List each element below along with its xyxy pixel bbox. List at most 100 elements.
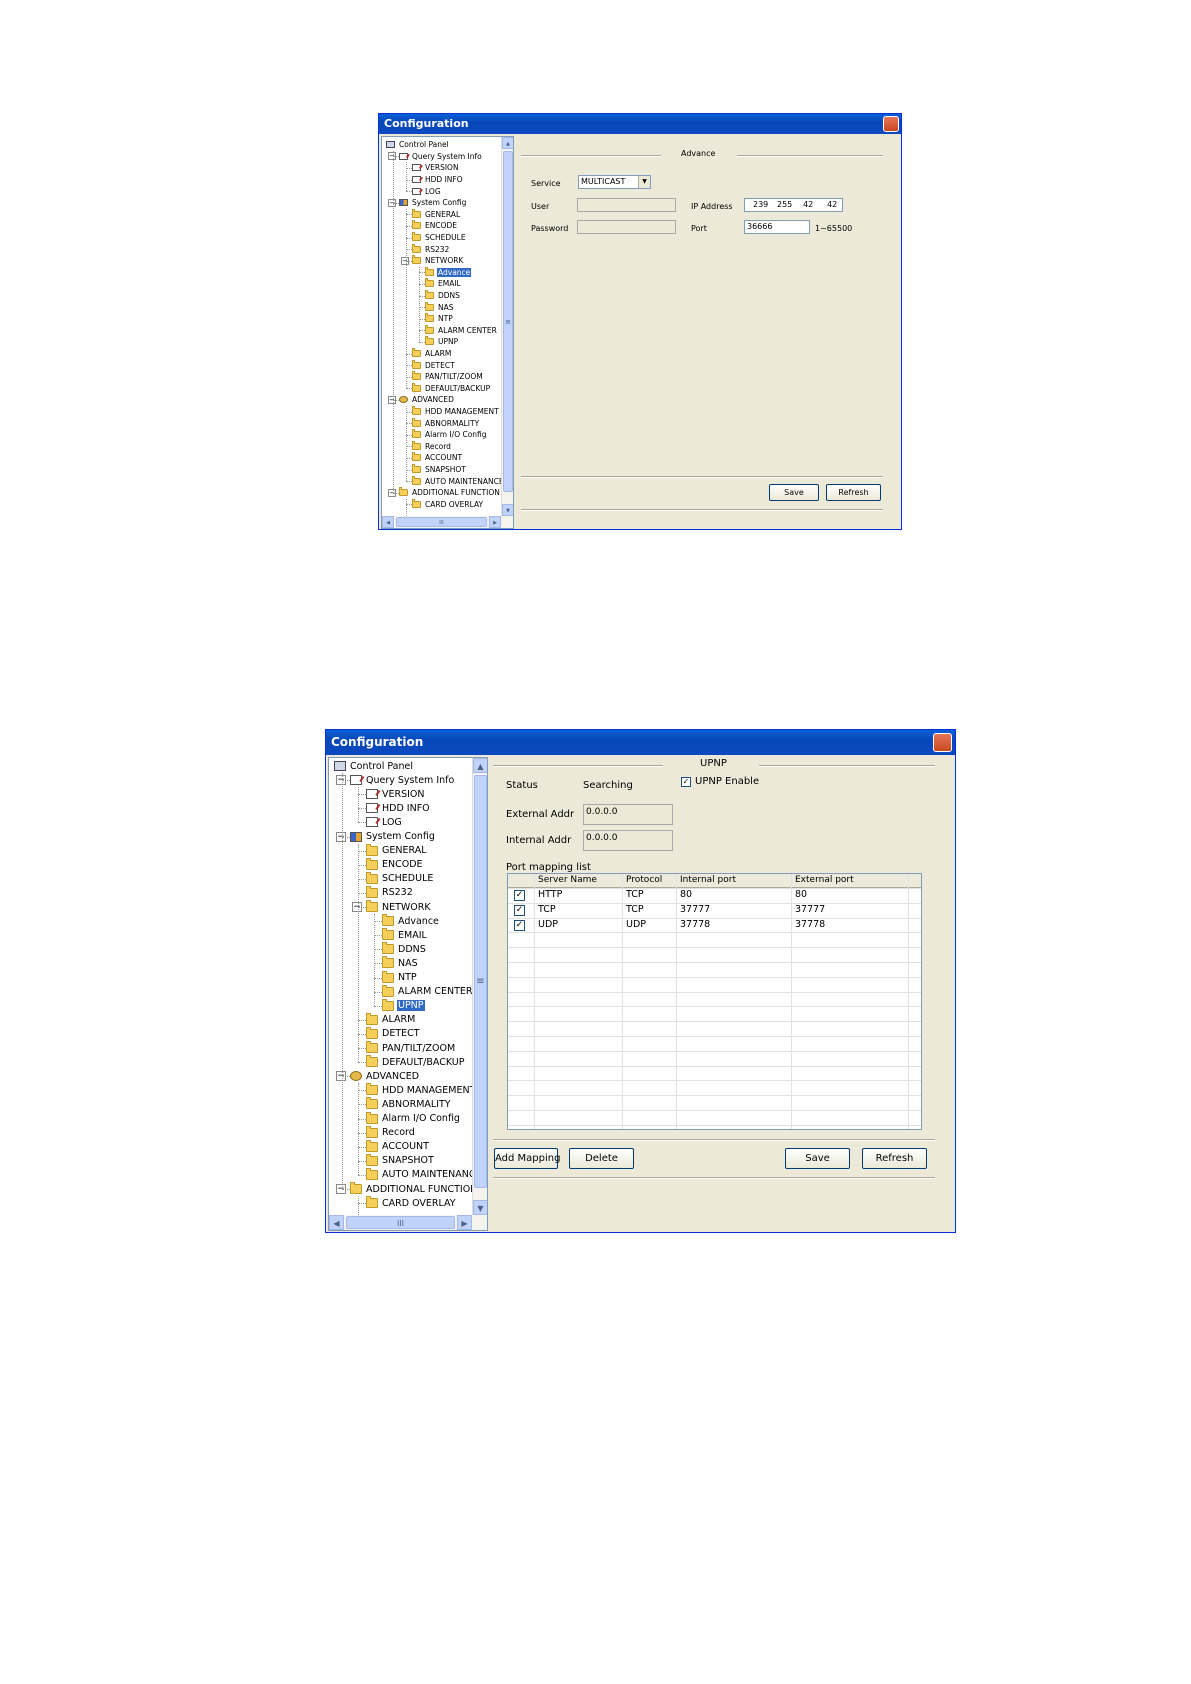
scroll-left-icon[interactable]: ◀ bbox=[382, 516, 394, 528]
external-addr-field[interactable]: 0.0.0.0 bbox=[583, 804, 673, 825]
tree-item-auto-maintenance[interactable]: AUTO MAINTENANCE bbox=[366, 1167, 483, 1182]
column-header[interactable]: Protocol bbox=[626, 875, 662, 885]
ip-octet-2[interactable]: 255 bbox=[777, 200, 792, 209]
scroll-up-icon[interactable]: ▲ bbox=[473, 758, 487, 773]
tree-item-network[interactable]: NETWORK bbox=[366, 900, 432, 914]
tree-item-additional-function[interactable]: ADDITIONAL FUNCTION bbox=[350, 1182, 478, 1196]
tree-item-advanced[interactable]: ADVANCED bbox=[350, 1069, 420, 1083]
row-checkbox[interactable]: ✓ bbox=[514, 904, 525, 916]
tree-item-ddns[interactable]: DDNS bbox=[382, 942, 427, 956]
tree-item-network[interactable]: NETWORK bbox=[412, 255, 464, 267]
scroll-thumb[interactable]: ≡ bbox=[503, 151, 513, 492]
scroll-thumb[interactable]: ≡ bbox=[474, 775, 487, 1188]
tree-item-alarm-i-o-config[interactable]: Alarm I/O Config bbox=[366, 1111, 461, 1126]
vertical-scrollbar[interactable]: ▲ ≡ ▼ bbox=[472, 758, 487, 1215]
table-row[interactable]: ✓ HTTP TCP 80 80 bbox=[508, 888, 921, 903]
tree-item-ntp[interactable]: NTP bbox=[382, 970, 418, 985]
tree-item-query-system-info[interactable]: Query System Info bbox=[350, 773, 455, 787]
tree-item-additional-function[interactable]: ADDITIONAL FUNCTION bbox=[399, 487, 501, 499]
tree-item-account[interactable]: ACCOUNT bbox=[366, 1139, 430, 1154]
table-row[interactable]: ✓ UDP UDP 37778 37778 bbox=[508, 918, 921, 933]
tree-item-hdd-management[interactable]: HDD MANAGEMENT bbox=[366, 1083, 476, 1097]
port-field[interactable]: 36666 bbox=[744, 220, 810, 234]
column-header[interactable]: Server Name bbox=[538, 875, 597, 885]
tree-item-nas[interactable]: NAS bbox=[382, 956, 419, 970]
tree-item-snapshot[interactable]: SNAPSHOT bbox=[412, 464, 467, 476]
tree-item-pan-tilt-zoom[interactable]: PAN/TILT/ZOOM bbox=[412, 371, 484, 383]
tree-item-query-system-info[interactable]: Query System Info bbox=[399, 151, 483, 163]
tree-item-card-overlay[interactable]: CARD OVERLAY bbox=[366, 1196, 457, 1210]
port-mapping-table[interactable]: Server Name Protocol Internal port External… bbox=[507, 873, 922, 1130]
tree-item-ddns[interactable]: DDNS bbox=[425, 290, 461, 302]
tree-item-advance[interactable]: Advance bbox=[382, 914, 440, 928]
scroll-thumb[interactable]: III bbox=[346, 1216, 455, 1229]
tree-item-general[interactable]: GENERAL bbox=[412, 208, 461, 221]
close-icon[interactable] bbox=[933, 733, 952, 752]
service-dropdown[interactable]: MULTICAST ▼ bbox=[578, 175, 651, 189]
tree-item-record[interactable]: Record bbox=[412, 440, 452, 453]
user-field[interactable] bbox=[577, 198, 676, 212]
tree-item-detect[interactable]: DETECT bbox=[412, 359, 456, 371]
tree-item-hdd-info[interactable]: HDD INFO bbox=[366, 801, 431, 815]
tree-item-email[interactable]: EMAIL bbox=[425, 278, 462, 290]
tree-item-upnp[interactable]: UPNP bbox=[382, 998, 425, 1013]
tree-item-log[interactable]: LOG bbox=[366, 815, 403, 829]
tree-item-control-panel[interactable]: Control Panel bbox=[386, 139, 450, 151]
tree-item-pan-tilt-zoom[interactable]: PAN/TILT/ZOOM bbox=[366, 1041, 456, 1055]
title-bar[interactable]: Configuration bbox=[379, 114, 901, 134]
vertical-scrollbar[interactable]: ▲ ≡ ▼ bbox=[501, 137, 513, 516]
tree-item-upnp[interactable]: UPNP bbox=[425, 336, 459, 348]
scroll-up-icon[interactable]: ▲ bbox=[502, 137, 513, 149]
tree-item-version[interactable]: VERSION bbox=[412, 162, 460, 174]
tree-item-schedule[interactable]: SCHEDULE bbox=[366, 871, 434, 886]
tree-item-alarm[interactable]: ALARM bbox=[366, 1012, 416, 1027]
add-mapping-button[interactable]: Add Mapping bbox=[494, 1148, 560, 1169]
tree-item-advance[interactable]: Advance bbox=[425, 266, 472, 279]
close-icon[interactable] bbox=[883, 116, 899, 132]
scroll-thumb[interactable]: III bbox=[396, 517, 487, 527]
tree-item-advanced[interactable]: ADVANCED bbox=[399, 394, 455, 406]
tree-item-alarm[interactable]: ALARM bbox=[412, 348, 452, 360]
tree-item-hdd-management[interactable]: HDD MANAGEMENT bbox=[412, 406, 500, 418]
delete-button[interactable]: Delete bbox=[569, 1148, 634, 1169]
tree-item-alarm-center[interactable]: ALARM CENTER bbox=[425, 324, 498, 337]
password-field[interactable] bbox=[577, 220, 676, 234]
scroll-down-icon[interactable]: ▼ bbox=[502, 504, 513, 516]
tree-item-encode[interactable]: ENCODE bbox=[412, 220, 458, 232]
ip-address-field[interactable]: 239 255 42 42 bbox=[744, 198, 843, 212]
tree-item-nas[interactable]: NAS bbox=[425, 301, 455, 313]
tree-item-snapshot[interactable]: SNAPSHOT bbox=[366, 1153, 435, 1168]
row-checkbox[interactable]: ✓ bbox=[514, 890, 525, 901]
tree-item-email[interactable]: EMAIL bbox=[382, 928, 428, 942]
tree-item-general[interactable]: GENERAL bbox=[366, 843, 427, 858]
tree-item-default-backup[interactable]: DEFAULT/BACKUP bbox=[412, 382, 491, 395]
ip-octet-1[interactable]: 239 bbox=[753, 200, 768, 209]
internal-addr-field[interactable]: 0.0.0.0 bbox=[583, 830, 673, 851]
tree-item-ntp[interactable]: NTP bbox=[425, 313, 454, 325]
horizontal-scrollbar[interactable]: ◀ III ▶ bbox=[382, 516, 513, 528]
tree-item-default-backup[interactable]: DEFAULT/BACKUP bbox=[366, 1055, 466, 1069]
tree-item-account[interactable]: ACCOUNT bbox=[412, 452, 463, 464]
scroll-down-icon[interactable]: ▼ bbox=[473, 1200, 487, 1215]
horizontal-scrollbar[interactable]: ◀ III ▶ bbox=[329, 1215, 487, 1230]
refresh-button[interactable]: Refresh bbox=[826, 484, 881, 501]
save-button[interactable]: Save bbox=[769, 484, 819, 501]
tree-item-auto-maintenance[interactable]: AUTO MAINTENANCE bbox=[412, 475, 505, 487]
row-checkbox[interactable]: ✓ bbox=[514, 919, 525, 931]
tree-item-schedule[interactable]: SCHEDULE bbox=[412, 232, 467, 244]
config-tree[interactable]: Control Panel − Query System Info VERSION HD… bbox=[328, 757, 488, 1231]
tree-item-rs232[interactable]: RS232 bbox=[366, 885, 414, 900]
tree-item-card-overlay[interactable]: CARD OVERLAY bbox=[412, 498, 484, 511]
tree-item-rs232[interactable]: RS232 bbox=[412, 243, 450, 255]
save-button[interactable]: Save bbox=[785, 1148, 850, 1169]
ip-octet-3[interactable]: 42 bbox=[803, 200, 813, 209]
config-tree[interactable]: Control Panel − Query System Info VERSION HD… bbox=[381, 136, 514, 529]
tree-item-log[interactable]: LOG bbox=[412, 185, 442, 197]
refresh-button[interactable]: Refresh bbox=[862, 1148, 927, 1169]
title-bar[interactable]: Configuration bbox=[326, 730, 955, 755]
tree-item-version[interactable]: VERSION bbox=[366, 787, 426, 801]
column-header[interactable]: Internal port bbox=[680, 875, 736, 885]
column-header[interactable]: External port bbox=[795, 875, 854, 885]
tree-item-abnormality[interactable]: ABNORMALITY bbox=[366, 1097, 452, 1111]
tree-item-control-panel[interactable]: Control Panel bbox=[334, 759, 414, 773]
